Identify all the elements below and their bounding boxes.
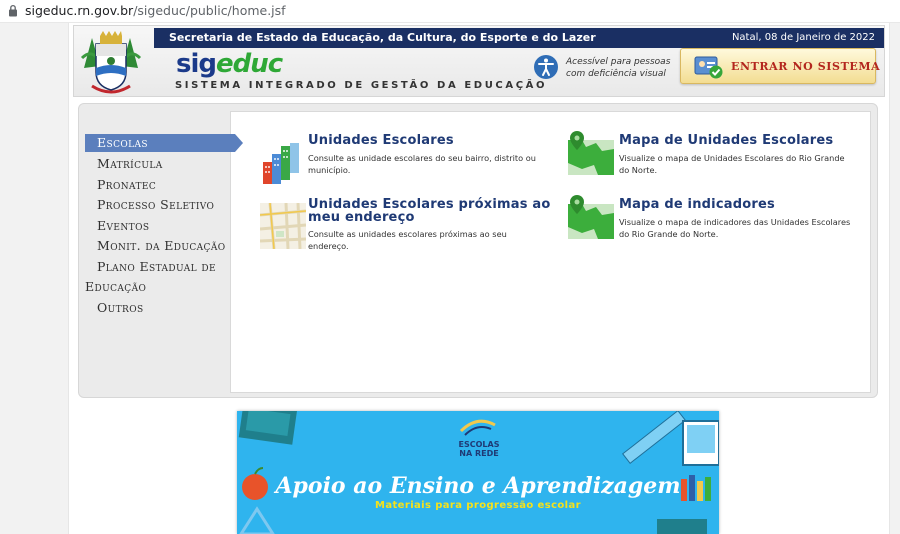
school-buildings-icon[interactable]: [260, 140, 306, 186]
person-icon: [538, 58, 554, 76]
desc-line: do Rio Grande do Norte.: [619, 229, 719, 239]
accessibility-line1: Acessível para pessoas: [566, 57, 671, 67]
desc-line: Visualize o mapa de indicadores das Unid…: [619, 217, 851, 227]
desc-line: Consulte as unidades escolares próximas …: [308, 229, 507, 239]
street-map-icon[interactable]: [260, 203, 306, 249]
desc-line: município.: [308, 165, 351, 175]
lock-icon: [9, 4, 17, 17]
login-button[interactable]: ENTRAR NO SISTEMA: [680, 48, 880, 84]
url-text[interactable]: sigeduc.rn.gov.br/sigeduc/public/home.js…: [25, 3, 286, 18]
menu-item-plano-estadual[interactable]: Plano Estadual de: [97, 259, 216, 274]
banner-subtitle: Materiais para progressão escolar: [375, 500, 581, 511]
mapa-indicadores-desc: Visualize o mapa de indicadores das Unid…: [619, 216, 869, 240]
url-path: /sigeduc/public/home.jsf: [133, 3, 286, 18]
login-label: ENTRAR NO SISTEMA: [731, 60, 881, 73]
unidades-proximas-desc: Consulte as unidades escolares próximas …: [308, 228, 553, 252]
page-margin-left: [0, 23, 68, 534]
menu-item-monit-educacao[interactable]: Monit. da Educação: [97, 238, 226, 253]
address-bar[interactable]: sigeduc.rn.gov.br/sigeduc/public/home.js…: [0, 0, 900, 23]
menu-item-escolas-label: Escolas: [97, 135, 148, 150]
menu-item-processo-seletivo[interactable]: Processo Seletivo: [97, 197, 214, 212]
current-date: Natal, 08 de Janeiro de 2022: [731, 32, 875, 43]
menu-item-pronatec[interactable]: Pronatec: [97, 177, 156, 192]
desc-line: do Norte.: [619, 165, 658, 175]
mapa-indicadores-link[interactable]: Mapa de indicadores: [619, 198, 775, 211]
sigeduc-subtitle: SISTEMA INTEGRADO DE GESTÃO DA EDUCAÇÃO: [175, 80, 548, 91]
accessibility-text[interactable]: Acessível para pessoas com deficiência v…: [566, 56, 676, 80]
accessibility-icon[interactable]: [534, 55, 558, 79]
menu-item-escolas[interactable]: Escolas: [85, 134, 243, 152]
brand-line: NA REDE: [459, 449, 499, 458]
desc-line: endereço.: [308, 241, 349, 251]
accessibility-line2: com deficiência visual: [566, 69, 666, 79]
sigeduc-logo[interactable]: sigeduc: [176, 49, 283, 79]
logo-sig-text: sig: [176, 49, 217, 79]
menu-item-outros[interactable]: Outros: [97, 300, 144, 315]
logo-educ-text: educ: [216, 49, 283, 79]
title-line: meu endereço: [308, 210, 415, 225]
mapa-unidades-link[interactable]: Mapa de Unidades Escolares: [619, 134, 833, 147]
desc-line: Consulte as unidade escolares do seu bai…: [308, 153, 536, 163]
brand-line: ESCOLAS: [458, 440, 500, 449]
escolas-na-rede-logo: [459, 419, 496, 436]
banner-title: Apoio ao Ensino e Aprendizagem: [275, 473, 681, 499]
menu-item-eventos[interactable]: Eventos: [97, 218, 149, 233]
page-scrollbar-area[interactable]: [890, 23, 900, 534]
site-header: Secretaria de Estado da Educação, da Cul…: [73, 25, 885, 97]
unidades-escolares-desc: Consulte as unidade escolares do seu bai…: [308, 152, 553, 176]
url-host: sigeduc.rn.gov.br: [25, 3, 134, 18]
menu-item-plano-estadual-cont[interactable]: Educação: [85, 279, 146, 294]
menu-item-matricula[interactable]: Matrícula: [97, 156, 163, 171]
secretaria-title: Secretaria de Estado da Educação, da Cul…: [169, 31, 596, 44]
map-pin-icon[interactable]: [568, 131, 614, 177]
login-card-icon: [694, 56, 723, 79]
rn-crest-logo: [80, 31, 142, 94]
unidades-proximas-link[interactable]: Unidades Escolares próximas ao meu ender…: [308, 198, 550, 224]
mapa-unidades-desc: Visualize o mapa de Unidades Escolares d…: [619, 152, 869, 176]
unidades-escolares-link[interactable]: Unidades Escolares: [308, 134, 454, 147]
map-pin-icon[interactable]: [568, 195, 614, 241]
banner-brand: ESCOLAS NA REDE: [441, 440, 517, 458]
promo-banner[interactable]: ESCOLAS NA REDE Apoio ao Ensino e Aprend…: [237, 411, 719, 534]
header-band: Secretaria de Estado da Educação, da Cul…: [154, 28, 884, 48]
desc-line: Visualize o mapa de Unidades Escolares d…: [619, 153, 845, 163]
